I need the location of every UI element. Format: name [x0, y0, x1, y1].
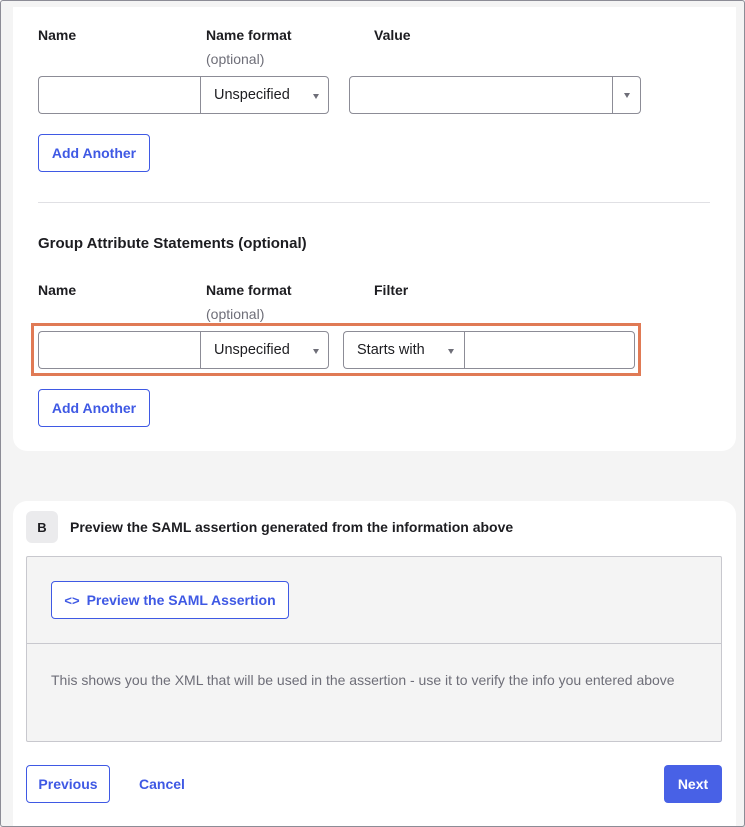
cancel-link[interactable]: Cancel	[139, 776, 185, 792]
group-col-name: Name	[38, 282, 77, 298]
preview-saml-button[interactable]: <> Preview the SAML Assertion	[51, 581, 289, 619]
attr-name-format-select[interactable]: Unspecified	[200, 76, 329, 114]
section-divider	[38, 202, 710, 203]
attr-col-name-format: Name format	[206, 27, 292, 43]
attr-name-format-value: Unspecified	[214, 87, 290, 103]
highlight-outline	[31, 323, 641, 376]
chevron-down-icon[interactable]	[624, 93, 630, 98]
group-col-filter: Filter	[374, 282, 409, 298]
saml-settings-window: Name Name format (optional) Value Unspec…	[0, 0, 745, 827]
group-section-title: Group Attribute Statements (optional)	[38, 235, 307, 252]
code-icon: <>	[64, 592, 80, 608]
attr-value-combobox[interactable]	[349, 76, 641, 114]
attr-add-another-button[interactable]: Add Another	[38, 134, 150, 172]
preview-help-text: This shows you the XML that will be used…	[51, 672, 675, 688]
group-col-name-format: Name format	[206, 282, 292, 298]
step-badge: B	[26, 511, 58, 543]
group-add-another-button[interactable]: Add Another	[38, 389, 150, 427]
panel-divider	[27, 643, 721, 644]
chevron-down-icon	[313, 94, 319, 99]
preview-heading: Preview the SAML assertion generated fro…	[70, 519, 514, 535]
attr-col-value: Value	[374, 27, 411, 43]
attr-col-optional: (optional)	[206, 51, 265, 67]
group-col-optional: (optional)	[206, 306, 265, 322]
previous-button[interactable]: Previous	[26, 765, 110, 803]
next-button[interactable]: Next	[664, 765, 722, 803]
attr-col-name: Name	[38, 27, 77, 43]
attribute-statements-card	[13, 7, 736, 451]
combobox-divider	[612, 77, 613, 113]
attr-name-input[interactable]	[38, 76, 201, 114]
preview-saml-button-label: Preview the SAML Assertion	[86, 592, 276, 608]
preview-panel: <> Preview the SAML Assertion This shows…	[26, 556, 722, 742]
